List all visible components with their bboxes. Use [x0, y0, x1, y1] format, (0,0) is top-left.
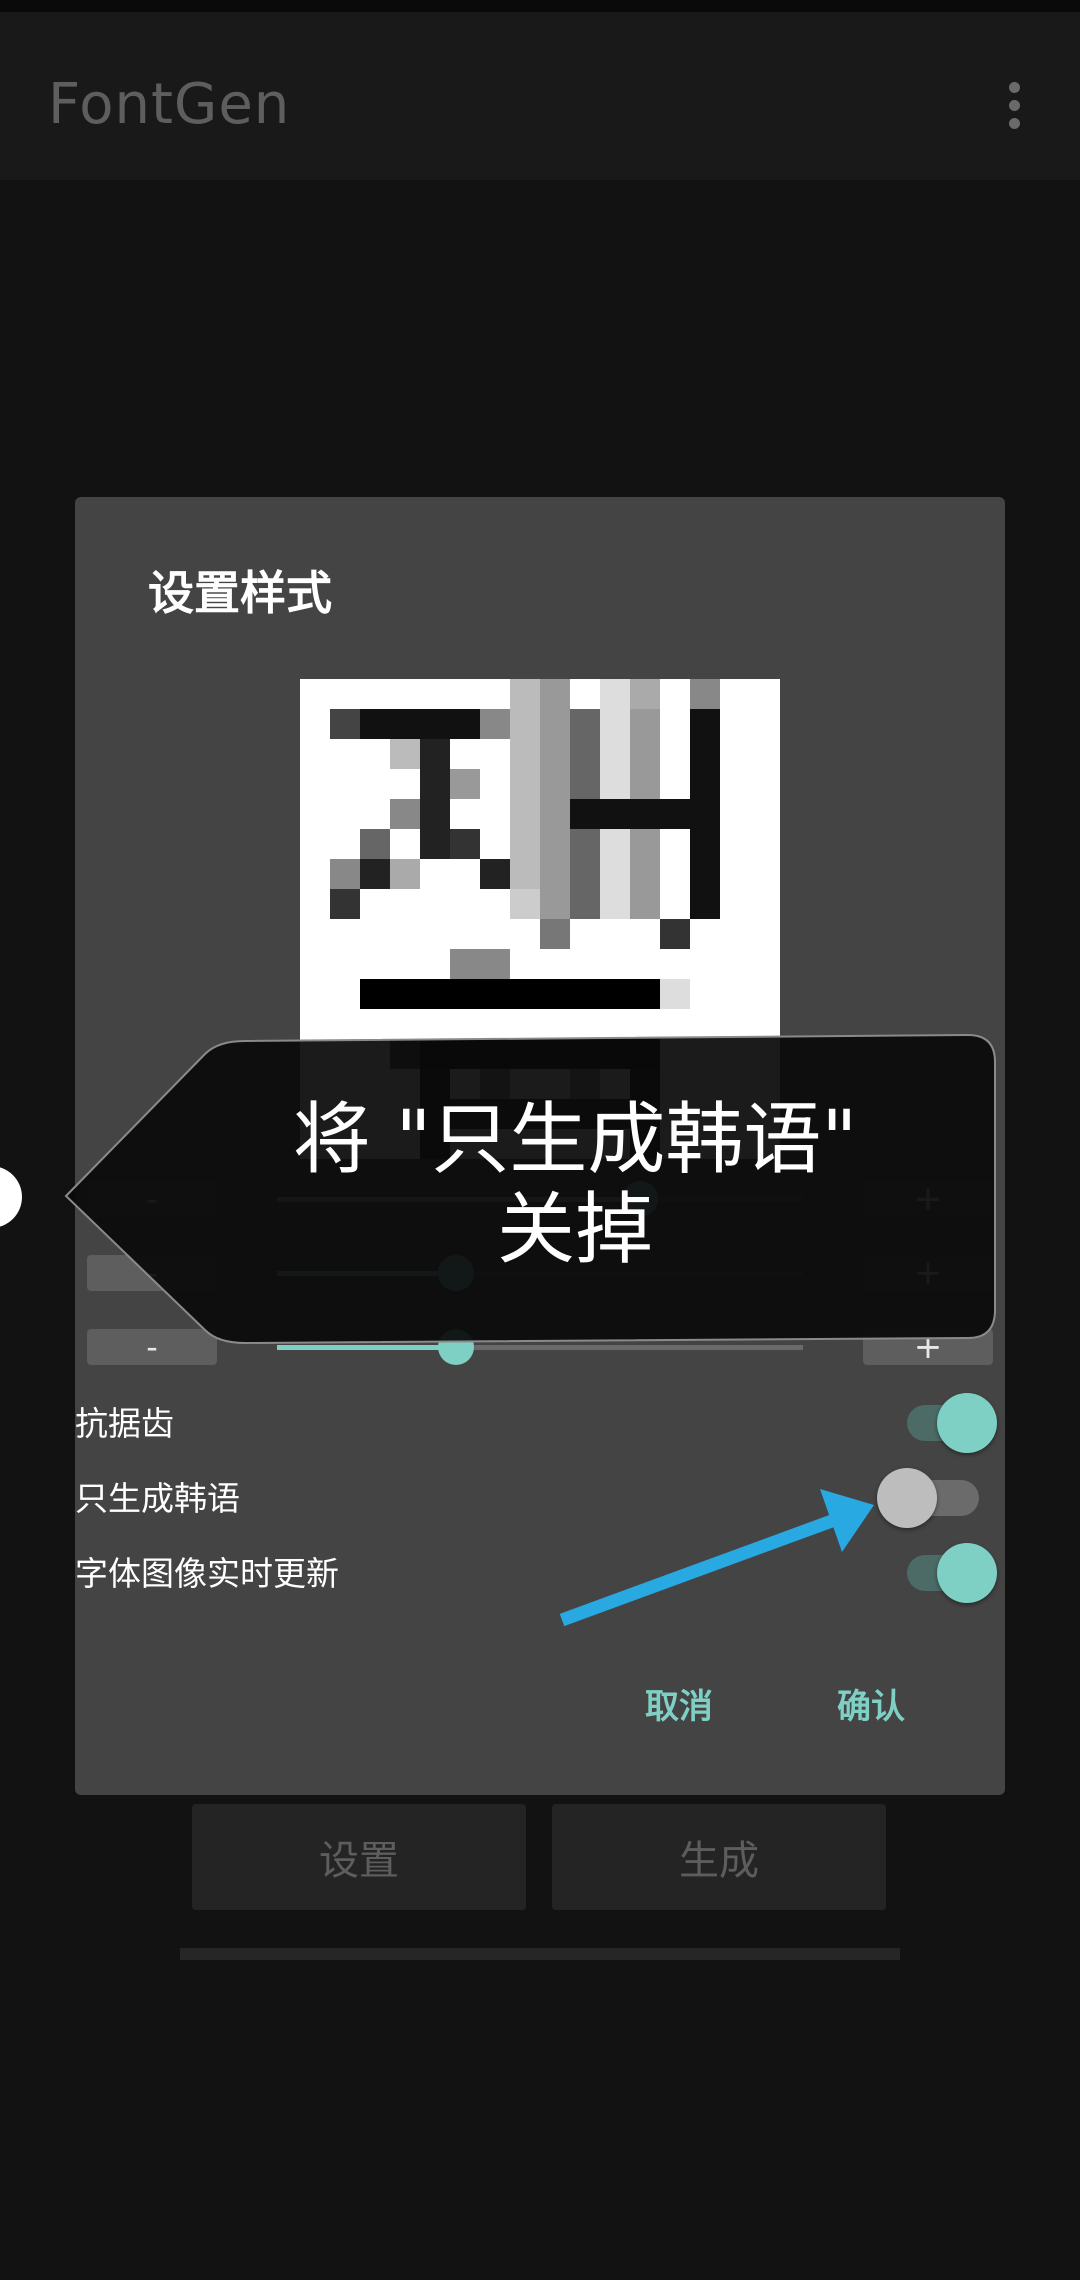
glyph-preview-image — [300, 679, 780, 1159]
realtime-update-label: 字体图像实时更新 — [75, 1554, 339, 1593]
antialias-switch[interactable] — [897, 1391, 997, 1453]
antialias-label: 抗据齿 — [75, 1404, 174, 1443]
slider-fill-3 — [277, 1345, 456, 1350]
slider-track-1[interactable] — [277, 1181, 803, 1217]
app-bar: FontGen — [0, 12, 1080, 180]
korean-only-label: 只生成韩语 — [75, 1479, 240, 1518]
settings-button[interactable]: 设置 — [192, 1804, 526, 1910]
decrease-button-1[interactable]: - — [87, 1180, 217, 1218]
realtime-update-row: 字体图像实时更新 — [75, 1535, 1005, 1605]
cancel-button[interactable]: 取消 — [645, 1679, 713, 1728]
decrease-button-3[interactable]: - — [87, 1328, 217, 1366]
increase-button-2[interactable]: + — [863, 1253, 993, 1293]
antialias-row: 抗据齿 — [75, 1385, 1005, 1455]
slider-track-2[interactable] — [277, 1255, 803, 1291]
handle-circle — [0, 1166, 22, 1228]
generate-button[interactable]: 生成 — [552, 1804, 886, 1910]
decrease-button-2[interactable]: - — [87, 1254, 217, 1292]
realtime-update-switch[interactable] — [897, 1541, 997, 1603]
more-vert-icon[interactable] — [1000, 82, 1028, 138]
increase-button-1[interactable]: + — [863, 1179, 993, 1219]
progress-bar — [180, 1948, 900, 1960]
slider-fill-2 — [277, 1271, 456, 1276]
korean-only-switch[interactable] — [877, 1466, 997, 1528]
slider-track-3[interactable] — [277, 1329, 803, 1365]
dialog-title: 设置样式 — [148, 566, 332, 620]
confirm-button[interactable]: 确认 — [837, 1679, 905, 1728]
increase-button-3[interactable]: + — [863, 1327, 993, 1367]
slider-fill-1 — [277, 1197, 640, 1202]
status-bar — [0, 0, 1080, 12]
slider-thumb-1[interactable] — [621, 1181, 658, 1217]
slider-row-1: - + — [87, 1179, 993, 1221]
slider-row-2: - + — [87, 1253, 993, 1295]
slider-thumb-2[interactable] — [437, 1255, 474, 1291]
slider-row-3: - + — [87, 1327, 993, 1369]
slider-thumb-3[interactable] — [437, 1329, 474, 1365]
style-settings-dialog: 设置样式 - + - + - + 抗据齿 只生成韩语 字体图像实时更新 取消 确… — [75, 497, 1005, 1795]
app-title: FontGen — [48, 72, 291, 137]
korean-only-row: 只生成韩语 — [75, 1460, 1005, 1530]
